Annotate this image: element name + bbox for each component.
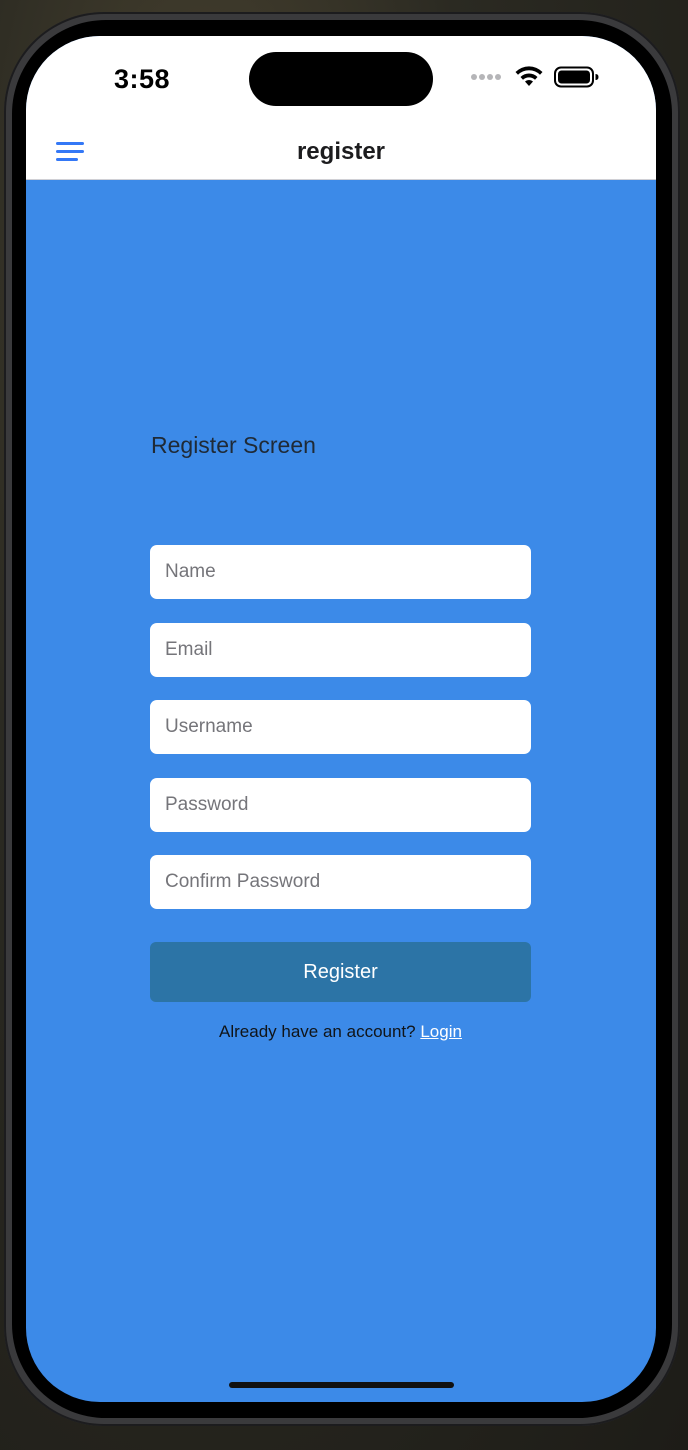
confirm-password-input[interactable]: [150, 855, 531, 909]
app-screen: 3:58 register Register Screen Name Email…: [26, 36, 656, 1402]
cellular-signal-icon: [471, 74, 501, 80]
status-icons: [470, 66, 600, 88]
name-input[interactable]: [150, 545, 531, 599]
register-button[interactable]: Register: [150, 942, 531, 1002]
battery-icon: [554, 66, 599, 88]
home-indicator[interactable]: [229, 1382, 454, 1388]
username-input[interactable]: [150, 700, 531, 754]
wifi-icon: [515, 66, 543, 86]
email-input[interactable]: [150, 623, 531, 677]
dynamic-island: [249, 52, 433, 106]
password-input[interactable]: [150, 778, 531, 832]
status-bar: 3:58: [26, 36, 656, 124]
screen-heading: Register Screen: [151, 432, 316, 458]
page-title: register: [296, 138, 386, 165]
login-prompt-row: Already have an account? Login: [150, 1022, 531, 1042]
status-time: 3:58: [114, 64, 171, 94]
login-prompt-text: Already have an account?: [219, 1022, 421, 1041]
navigation-bar: register: [26, 124, 656, 180]
login-link[interactable]: Login: [420, 1022, 462, 1041]
